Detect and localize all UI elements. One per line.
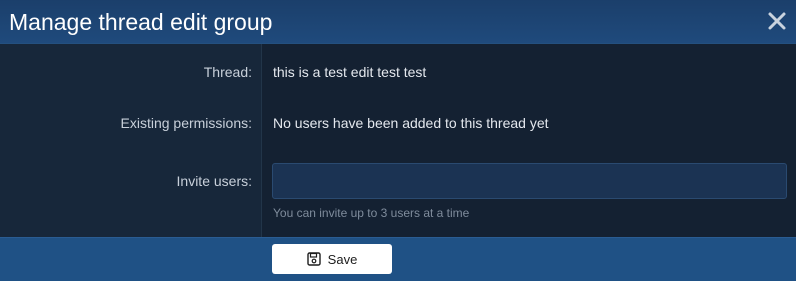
close-icon[interactable] <box>766 10 788 32</box>
invite-users-hint: You can invite up to 3 users at a time <box>273 206 470 220</box>
existing-permissions-value: No users have been added to this thread … <box>273 115 549 131</box>
invite-users-input[interactable] <box>272 163 787 199</box>
floppy-disk-icon <box>306 252 321 266</box>
save-button[interactable]: Save <box>272 244 392 274</box>
dialog-body: Thread: this is a test edit test test Ex… <box>0 44 796 237</box>
dialog-titlebar: Manage thread edit group <box>0 0 796 44</box>
dialog-title: Manage thread edit group <box>9 9 273 35</box>
dialog-footer: Save <box>0 237 796 281</box>
existing-permissions-label: Existing permissions: <box>120 115 253 131</box>
save-button-label: Save <box>327 251 358 267</box>
thread-value: this is a test edit test test <box>273 64 427 80</box>
manage-thread-edit-group-dialog: Manage thread edit group Thread: this is… <box>0 0 796 281</box>
thread-label: Thread: <box>203 64 252 80</box>
invite-users-label: Invite users: <box>176 173 252 189</box>
